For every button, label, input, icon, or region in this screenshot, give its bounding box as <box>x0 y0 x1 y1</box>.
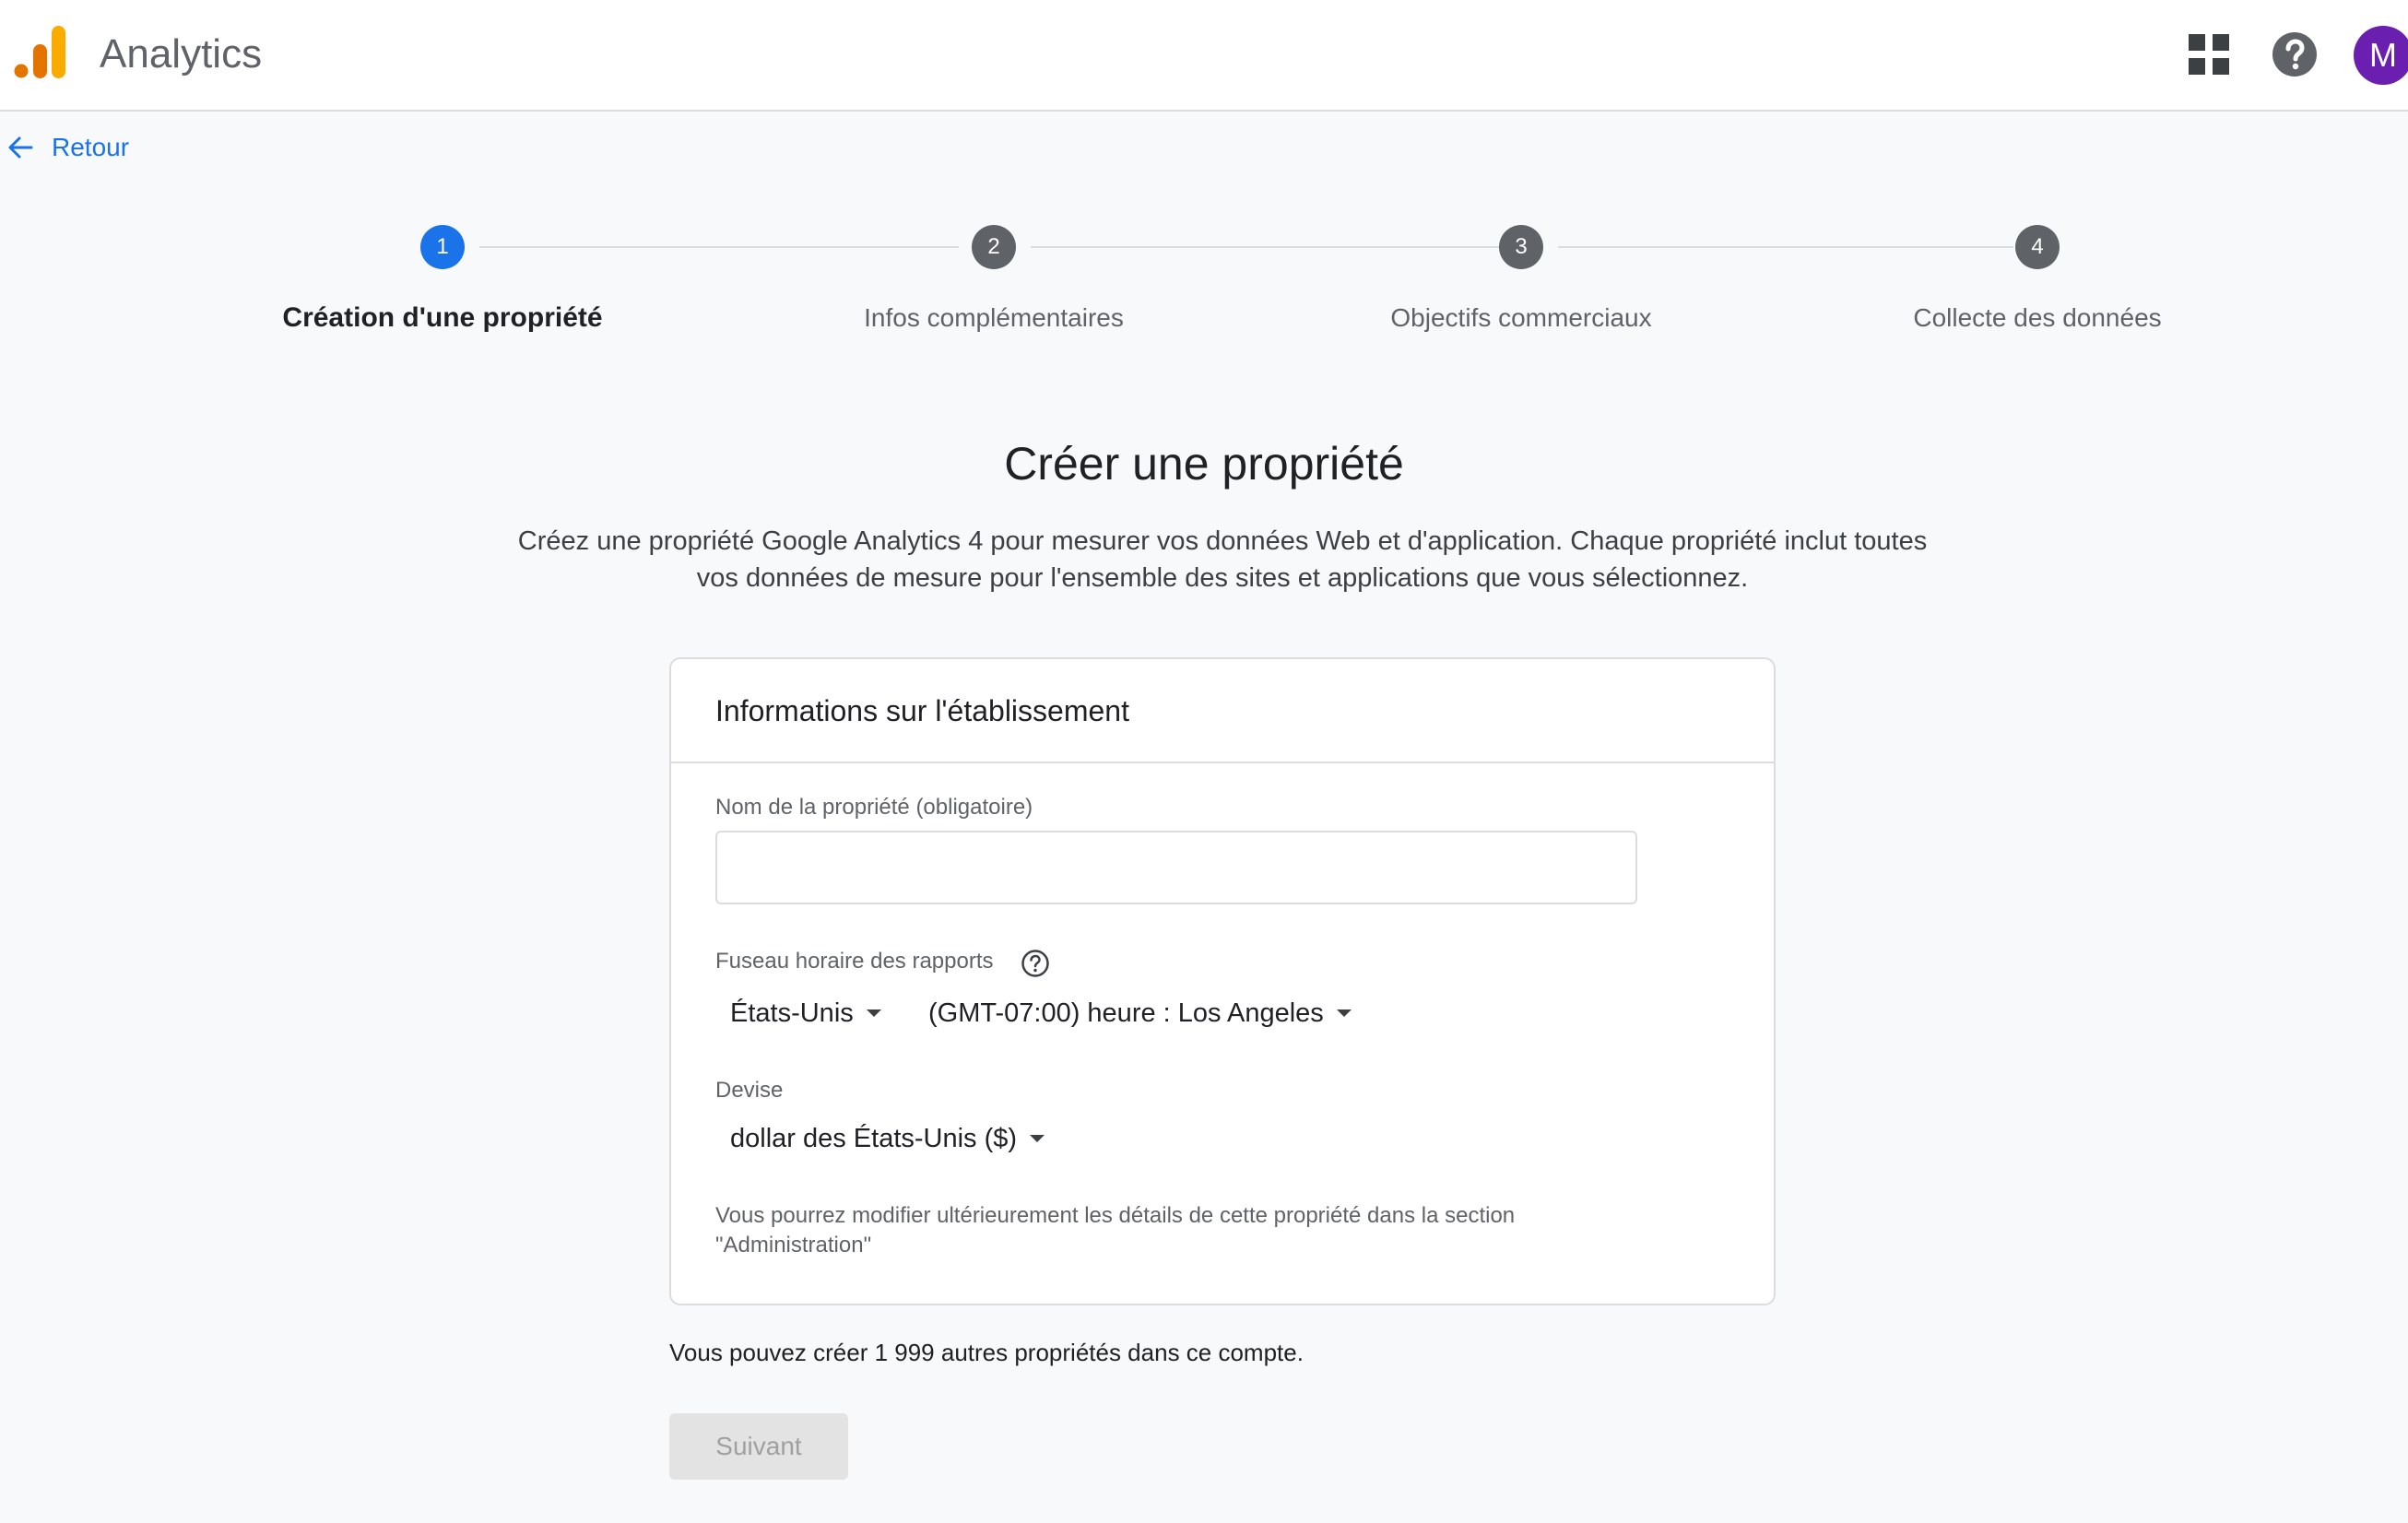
step-4-label: Collecte des données <box>1913 303 2162 332</box>
step-connector <box>1558 246 2013 248</box>
help-icon[interactable] <box>2271 30 2319 78</box>
back-label: Retour <box>52 133 130 161</box>
currency-value: dollar des États-Unis ($) <box>730 1124 1018 1153</box>
step-1-circle: 1 <box>420 225 465 269</box>
back-link[interactable]: Retour <box>7 129 129 166</box>
help-circle-icon[interactable] <box>1021 949 1050 978</box>
timezone-label: Fuseau horaire des rapports <box>715 949 994 974</box>
caret-down-icon <box>1030 1135 1045 1142</box>
card-note: Vous pourrez modifier ultérieurement les… <box>715 1203 1516 1257</box>
remaining-properties-text: Vous pouvez créer 1 999 autres propriété… <box>669 1339 1304 1366</box>
timezone-dropdown[interactable]: (GMT-07:00) heure : Los Angeles <box>928 995 1352 1032</box>
avatar[interactable]: M <box>2354 26 2408 85</box>
app-title: Analytics <box>100 31 263 77</box>
step-connector <box>1031 246 1499 248</box>
property-name-input[interactable] <box>715 831 1637 904</box>
step-1-label: Création d'une propriété <box>282 302 603 333</box>
step-4-circle: 4 <box>2015 225 2060 269</box>
currency-dropdown[interactable]: dollar des États-Unis ($) <box>730 1120 1045 1157</box>
card-header: Informations sur l'établissement <box>671 659 1774 763</box>
page-title: Créer une propriété <box>1004 438 1404 490</box>
arrow-left-icon <box>8 136 33 159</box>
currency-label: Devise <box>715 1078 784 1103</box>
step-2-label: Infos complémentaires <box>864 303 1124 332</box>
page-description: Créez une propriété Google Analytics 4 p… <box>517 526 1928 593</box>
caret-down-icon <box>1336 1009 1352 1017</box>
country-value: États-Unis <box>730 998 854 1028</box>
step-3-label: Objectifs commerciaux <box>1390 303 1652 332</box>
top-bar: Analytics M <box>0 0 2408 112</box>
step-2-circle: 2 <box>972 225 1016 269</box>
analytics-logo[interactable] <box>14 26 67 79</box>
caret-down-icon <box>866 1009 881 1017</box>
property-name-label: Nom de la propriété (obligatoire) <box>715 795 1033 820</box>
step-3-circle: 3 <box>1499 225 1543 269</box>
country-dropdown[interactable]: États-Unis <box>730 995 881 1032</box>
timezone-value: (GMT-07:00) heure : Los Angeles <box>928 998 1324 1028</box>
apps-grid-icon[interactable] <box>2182 28 2236 81</box>
property-card: Informations sur l'établissement Nom de … <box>669 657 1776 1305</box>
step-connector <box>479 246 959 248</box>
next-button[interactable]: Suivant <box>669 1413 848 1480</box>
